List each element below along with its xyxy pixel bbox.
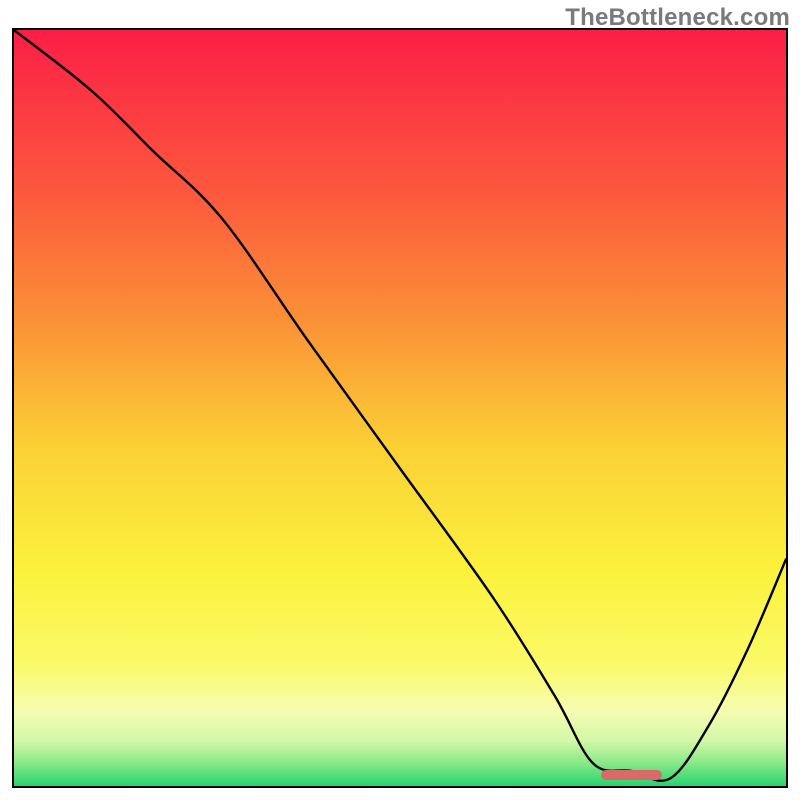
chart-stage: TheBottleneck.com <box>0 0 800 800</box>
watermark-text: TheBottleneck.com <box>565 4 790 32</box>
chart-frame <box>12 28 788 788</box>
optimal-range-marker <box>601 770 663 780</box>
bottleneck-curve-path <box>14 30 786 781</box>
chart-foreground <box>14 30 786 786</box>
